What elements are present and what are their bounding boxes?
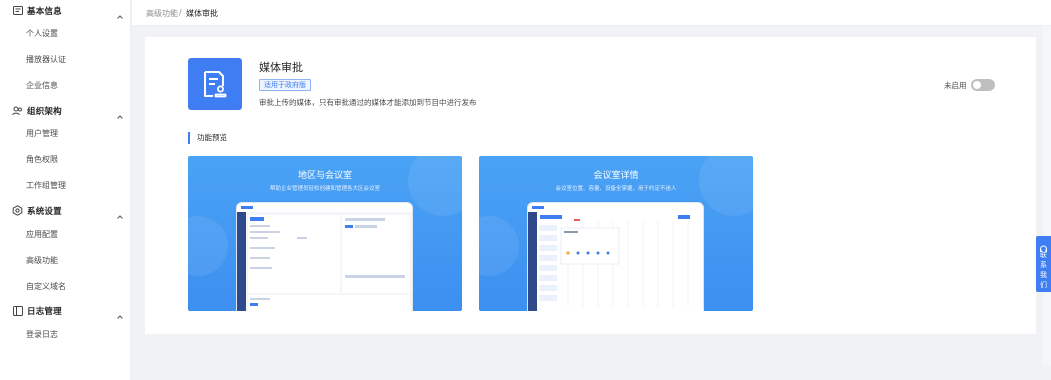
preview-title: 地区与会议室: [297, 171, 352, 181]
section-heading: 功能预览: [188, 132, 227, 144]
sidebar-item-custom-domain[interactable]: 自定义域名: [26, 280, 66, 294]
toggle-knob: [973, 81, 981, 89]
contact-us-button[interactable]: 联系我们: [1036, 236, 1051, 292]
chevron-up-icon[interactable]: [116, 106, 124, 119]
chevron-up-icon[interactable]: [116, 206, 124, 219]
sidebar-item-app-config[interactable]: 应用配置: [26, 228, 58, 242]
edition-badge: 适用于政府版: [259, 79, 311, 91]
status-label: 未启用: [944, 81, 967, 90]
sidebar-item-personal-settings[interactable]: 个人设置: [26, 27, 58, 41]
sidebar-group-label: 组织架构: [27, 107, 62, 117]
scroll-edge: [1043, 26, 1051, 366]
sidebar-group-basic-info[interactable]: 基本信息: [0, 0, 131, 22]
sidebar-group-label: 基本信息: [27, 7, 62, 17]
sidebar-item-advanced-features[interactable]: 高级功能: [26, 254, 58, 268]
preview-card-region-rooms[interactable]: 地区与会议室 帮助企业管理员轻松创建和管理各大区会议室: [188, 156, 462, 311]
sidebar-item-user-management[interactable]: 用户管理: [26, 127, 58, 141]
feature-title: 媒体审批: [259, 61, 303, 74]
sidebar-group-organization[interactable]: 组织架构: [0, 100, 131, 122]
breadcrumb: 高级功能 / 媒体审批: [132, 0, 1051, 26]
document-approval-icon: [188, 58, 242, 110]
id-card-icon: [12, 5, 23, 16]
sidebar-item-company-info[interactable]: 企业信息: [26, 79, 58, 93]
sidebar-group-log-management[interactable]: 日志管理: [0, 300, 131, 322]
enable-toggle[interactable]: [971, 79, 995, 91]
sidebar-group-label: 日志管理: [27, 307, 62, 317]
chevron-up-icon[interactable]: [116, 6, 124, 19]
breadcrumb-parent[interactable]: 高级功能: [146, 8, 178, 19]
sidebar: 基本信息 个人设置 播放器认证 企业信息 组织架构 用户管理 角色权限 工作组管…: [0, 0, 131, 380]
preview-subtitle: 会议室位置、容量、设备全掌握，用于约定不迷人: [555, 186, 677, 192]
preview-title: 会议室详情: [593, 171, 639, 181]
breadcrumb-separator: /: [179, 8, 182, 17]
breadcrumb-current: 媒体审批: [186, 9, 218, 18]
sidebar-group-label: 系统设置: [27, 207, 62, 217]
sidebar-item-player-auth[interactable]: 播放器认证: [26, 53, 66, 67]
users-icon: [12, 105, 23, 116]
contact-us-label: 联系我们: [1040, 251, 1047, 289]
decor-bubble: [479, 216, 519, 276]
sidebar-item-workgroup-management[interactable]: 工作组管理: [26, 179, 66, 193]
preview-subtitle: 帮助企业管理员轻松创建和管理各大区会议室: [269, 186, 380, 192]
sidebar-item-login-log[interactable]: 登录日志: [26, 328, 58, 342]
preview-screenshot: [527, 202, 704, 311]
feature-card: 媒体审批 适用于政府版 审批上传的媒体，只有审批通过的媒体才能添加到节目中进行发…: [145, 37, 1036, 334]
feature-description: 审批上传的媒体，只有审批通过的媒体才能添加到节目中进行发布: [259, 98, 477, 107]
sidebar-group-system-settings[interactable]: 系统设置: [0, 200, 131, 222]
preview-card-room-details[interactable]: 会议室详情 会议室位置、容量、设备全掌握，用于约定不迷人: [479, 156, 753, 311]
chevron-up-icon[interactable]: [116, 306, 124, 319]
sidebar-item-role-permissions[interactable]: 角色权限: [26, 153, 58, 167]
decor-bubble: [188, 216, 228, 276]
preview-screenshot: [236, 202, 413, 311]
log-icon: [12, 305, 23, 316]
settings-hex-icon: [12, 205, 23, 216]
